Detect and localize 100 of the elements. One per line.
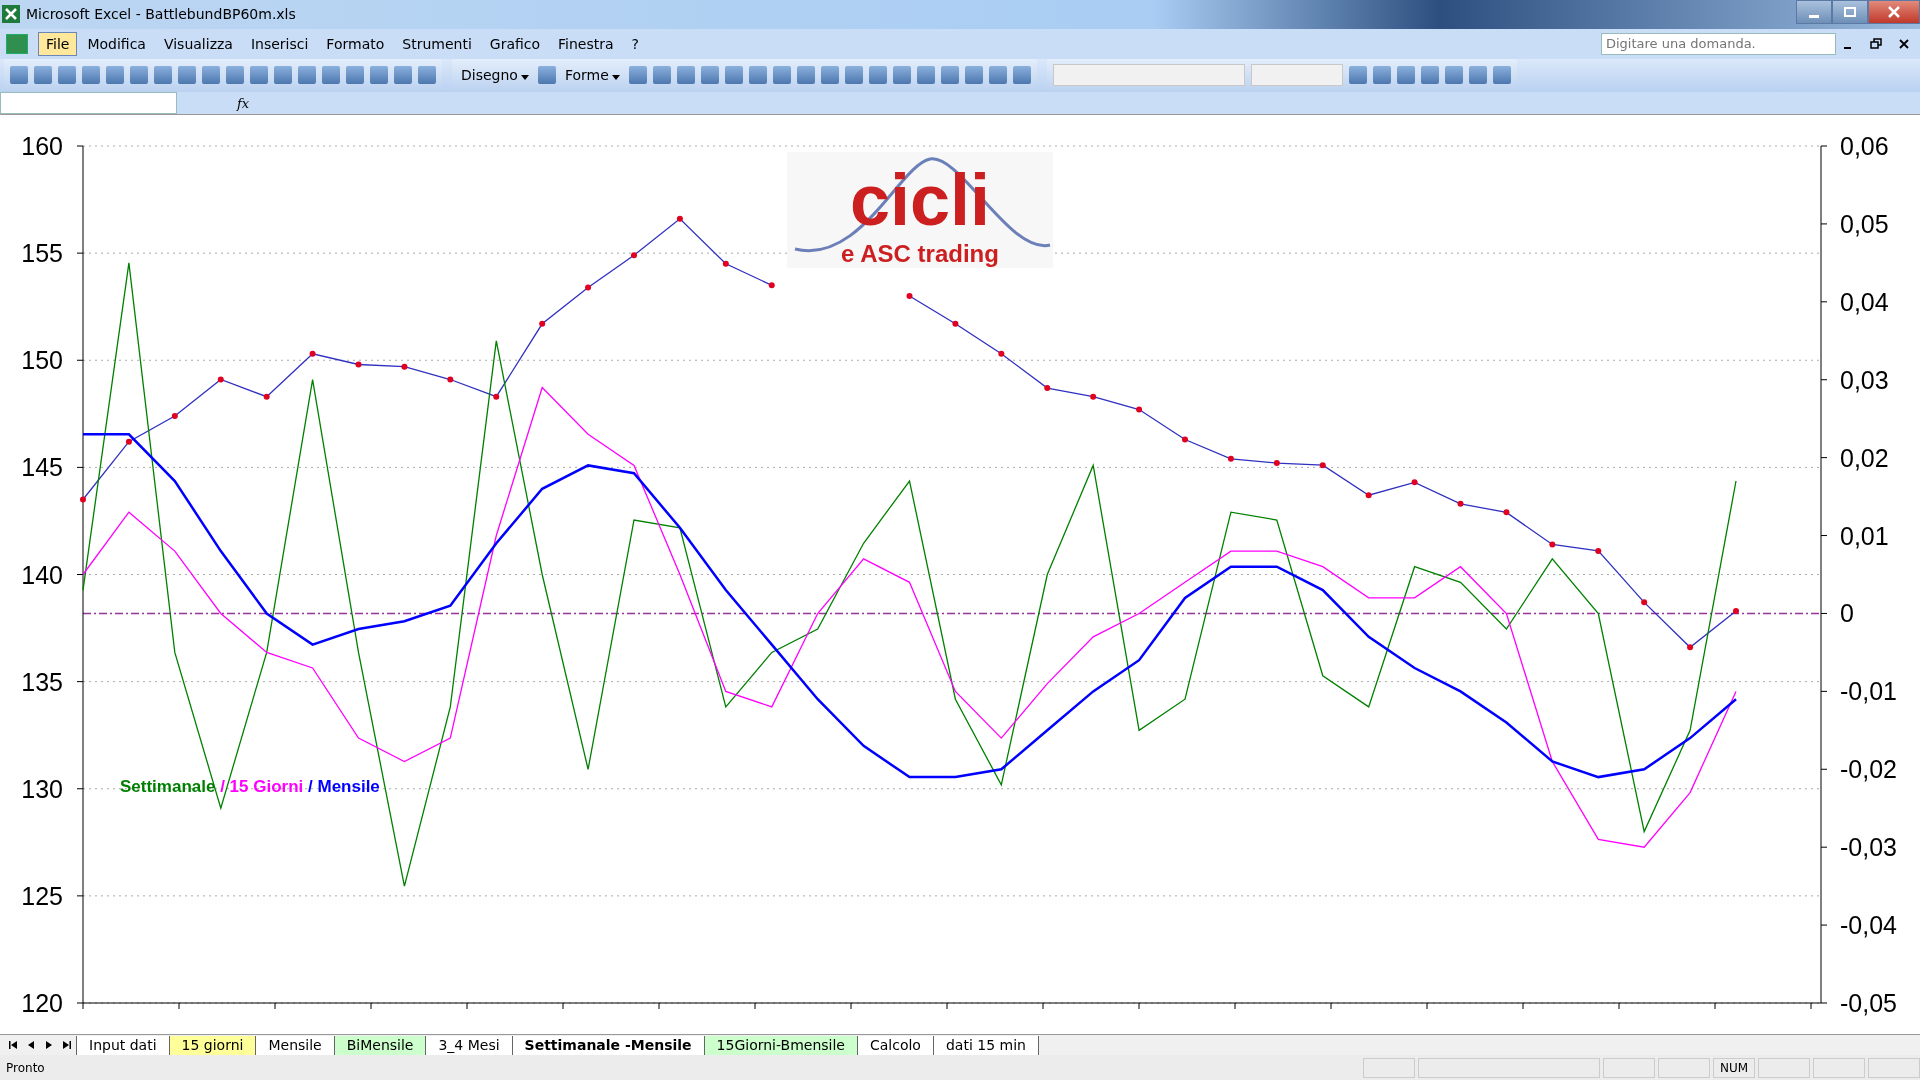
price-marker xyxy=(1457,501,1464,508)
maximize-button[interactable] xyxy=(1832,0,1868,24)
price-marker xyxy=(1136,406,1143,413)
status-panel xyxy=(1363,1057,1415,1078)
price-marker xyxy=(309,351,316,358)
sheet-tab[interactable]: 15Giorni-Bmensile xyxy=(703,1035,858,1055)
sheet-tab[interactable]: Input dati xyxy=(76,1035,170,1055)
price-marker xyxy=(1273,460,1280,467)
status-panel xyxy=(1868,1057,1920,1078)
menu-item[interactable]: Inserisci xyxy=(242,31,317,56)
caret-icon xyxy=(520,75,529,81)
menu-item[interactable]: Modifica xyxy=(79,31,154,56)
draw-menu-button[interactable]: Disegno xyxy=(458,67,532,84)
price-marker xyxy=(401,364,408,370)
price-marker xyxy=(722,261,729,268)
last-sheet-icon[interactable] xyxy=(62,1040,72,1051)
price-marker xyxy=(906,293,913,300)
price-marker xyxy=(171,413,178,420)
close-button[interactable] xyxy=(1868,0,1920,24)
name-box[interactable] xyxy=(0,92,177,115)
price-marker xyxy=(1044,385,1051,392)
left-axis-label: 160 xyxy=(21,132,63,161)
menu-item[interactable]: Strumenti xyxy=(394,31,480,56)
price-marker xyxy=(1182,436,1188,443)
close-icon xyxy=(1887,6,1901,18)
menu-item[interactable]: Grafico xyxy=(481,31,549,56)
price-marker xyxy=(539,321,546,328)
price-marker xyxy=(952,321,959,328)
right-axis-label: -0,04 xyxy=(1840,911,1897,940)
right-axis-label: 0,01 xyxy=(1840,521,1889,550)
price-marker xyxy=(768,282,775,289)
left-axis-label: 125 xyxy=(21,882,63,911)
menu-item[interactable]: ? xyxy=(623,31,647,56)
price-marker xyxy=(631,252,637,259)
price-marker xyxy=(1365,492,1372,499)
shapes-menu-button[interactable]: Forme xyxy=(561,67,623,84)
first-sheet-icon[interactable] xyxy=(8,1040,18,1051)
left-axis-label: 130 xyxy=(21,775,63,804)
right-axis-label: 0,03 xyxy=(1840,366,1889,395)
price-marker xyxy=(355,361,362,368)
sheet-tab[interactable]: Settimanale -Mensile xyxy=(511,1035,705,1055)
price-marker xyxy=(1319,462,1326,469)
left-axis-label: 135 xyxy=(21,667,63,696)
right-axis-label: 0,02 xyxy=(1840,443,1889,472)
formula-label: fx xyxy=(237,95,250,111)
sheet-tab[interactable]: Mensile xyxy=(255,1035,335,1055)
price-marker xyxy=(447,376,454,383)
right-axis-label: -0,03 xyxy=(1840,833,1897,862)
right-axis-label: 0,06 xyxy=(1840,132,1889,161)
right-axis-label: 0,05 xyxy=(1840,210,1889,239)
status-panel xyxy=(1758,1057,1810,1078)
price-marker xyxy=(1503,509,1510,516)
minimize-icon xyxy=(1809,14,1819,18)
sheet-tab[interactable]: BiMensile xyxy=(333,1035,427,1055)
price-marker xyxy=(1090,394,1097,400)
right-axis-label: -0,02 xyxy=(1840,755,1897,784)
help-question-field[interactable]: Digitare una domanda. xyxy=(1601,32,1836,55)
price-marker xyxy=(1733,608,1739,615)
status-panel xyxy=(1603,1057,1655,1078)
sheet-tab[interactable]: 15 giorni xyxy=(168,1035,257,1055)
left-axis-label: 145 xyxy=(21,453,63,482)
price-marker xyxy=(585,284,592,291)
price-marker xyxy=(676,216,683,223)
price-marker xyxy=(1687,644,1694,651)
caret-icon xyxy=(611,75,620,81)
window-title: Microsoft Excel - BattlebundBP60m.xls xyxy=(26,6,296,23)
right-axis-label: 0,04 xyxy=(1840,288,1889,317)
next-sheet-icon[interactable] xyxy=(44,1040,54,1051)
price-marker xyxy=(1595,548,1602,555)
minimize-button[interactable] xyxy=(1796,0,1832,24)
status-panel xyxy=(1658,1057,1710,1078)
left-axis-label: 140 xyxy=(21,560,63,589)
legend-text: Settimanale / 15 Giorni / Mensile xyxy=(120,777,380,797)
price-marker xyxy=(1549,541,1556,548)
num-lock-indicator: NUM xyxy=(1713,1057,1755,1078)
right-axis-label: -0,01 xyxy=(1840,677,1897,706)
sheet-tab[interactable]: Calcolo xyxy=(856,1035,934,1055)
status-text: Pronto xyxy=(6,1060,45,1075)
left-axis-label: 150 xyxy=(21,346,63,375)
price-marker xyxy=(125,439,132,445)
sheet-tab[interactable]: 3_4 Mesi xyxy=(425,1035,513,1055)
price-marker xyxy=(1227,456,1234,463)
sheet-tab[interactable]: dati 15 min xyxy=(932,1035,1039,1055)
right-axis-label: 0 xyxy=(1840,599,1854,628)
left-axis-label: 120 xyxy=(21,989,63,1018)
price-marker xyxy=(1641,599,1648,606)
workbook-icon[interactable] xyxy=(6,33,28,54)
price-marker xyxy=(263,394,270,400)
menu-item[interactable]: Finestra xyxy=(550,31,622,56)
menu-item[interactable]: File xyxy=(38,31,78,56)
menu-item[interactable]: Formato xyxy=(318,31,393,56)
price-marker xyxy=(493,394,500,400)
price-marker xyxy=(217,376,224,383)
left-axis-label: 155 xyxy=(21,239,63,268)
menu-item[interactable]: Visualizza xyxy=(155,31,241,56)
right-axis-label: -0,05 xyxy=(1840,989,1897,1018)
price-marker xyxy=(80,496,86,503)
price-marker xyxy=(998,351,1005,358)
previous-sheet-icon[interactable] xyxy=(26,1040,36,1051)
restore-icon xyxy=(1843,6,1857,18)
